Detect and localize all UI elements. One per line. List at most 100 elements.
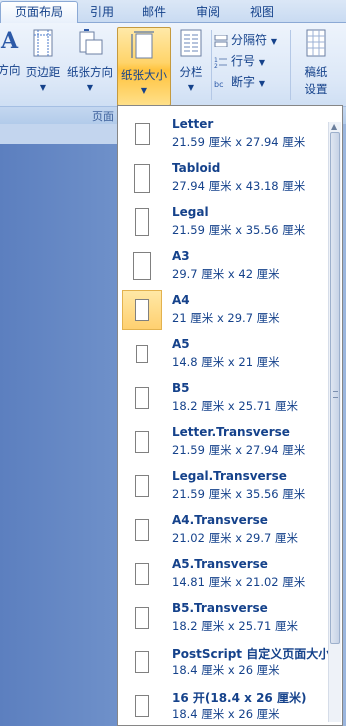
paper-size-name: A5 <box>172 337 190 351</box>
page-thumbnail-icon <box>135 299 149 321</box>
chevron-down-icon: ▼ <box>86 83 94 92</box>
paper-size-item[interactable]: Legal.Transverse 21.59 厘米 x 35.56 厘米 <box>118 464 326 508</box>
paper-size-item[interactable]: 16 开(18.4 x 26 厘米) 18.4 厘米 x 26 厘米 <box>118 684 326 725</box>
paper-size-dimensions: 14.8 厘米 x 21 厘米 <box>172 355 280 369</box>
page-setup-group-label: 页面 <box>92 110 114 123</box>
paper-size-item[interactable]: PostScript 自定义页面大小 18.4 厘米 x 26 厘米 <box>118 640 330 684</box>
paper-size-dimensions: 18.4 厘米 x 26 厘米 <box>172 707 280 721</box>
page-thumbnail-icon <box>135 607 149 629</box>
paper-size-dimensions: 21.59 厘米 x 27.94 厘米 <box>172 135 306 149</box>
paper-orientation-label: 纸张方向 <box>67 65 113 79</box>
paper-size-name: A4 <box>172 293 190 307</box>
paper-size-name: Legal <box>172 205 209 219</box>
draft-settings-label-2: 设置 <box>304 82 328 96</box>
page-thumbnail-icon <box>135 475 149 497</box>
paper-size-icon <box>131 31 154 59</box>
page-thumbnail-icon <box>134 163 150 193</box>
paper-size-dropdown: Letter 21.59 厘米 x 27.94 厘米 Tabloid 27.94 厘米… <box>117 105 343 726</box>
svg-text:2: 2 <box>214 63 218 68</box>
page-thumbnail-icon <box>135 431 149 453</box>
hyphenation-icon: bc <box>214 80 223 89</box>
chevron-down-icon: ▼ <box>270 37 277 46</box>
breaks-label: 分隔符 <box>231 33 268 47</box>
tab-mailings[interactable]: 邮件 <box>132 2 176 22</box>
paper-size-dimensions: 21.59 厘米 x 27.94 厘米 <box>172 443 306 457</box>
paper-size-item[interactable]: Letter.Transverse 21.59 厘米 x 27.94 厘米 <box>118 420 326 464</box>
paper-size-item[interactable]: A5.Transverse 14.81 厘米 x 21.02 厘米 <box>118 552 326 596</box>
paper-size-dimensions: 21.59 厘米 x 35.56 厘米 <box>172 487 306 501</box>
page-thumbnail-icon <box>135 651 149 673</box>
chevron-down-icon: ▼ <box>39 83 47 92</box>
page-thumbnail-icon <box>134 123 150 145</box>
divider <box>211 30 212 100</box>
margins-label: 页边距 <box>25 65 61 79</box>
line-numbers-icon: 1 2 <box>214 57 227 68</box>
columns-button[interactable]: 分栏 ▼ <box>174 28 208 100</box>
paper-size-name: B5.Transverse <box>172 601 268 615</box>
paper-size-dimensions: 18.2 厘米 x 25.71 厘米 <box>172 399 298 413</box>
hyphenation-button[interactable]: bc 断字 ▼ <box>214 73 265 91</box>
line-numbers-button[interactable]: 1 2 行号 ▼ <box>214 52 265 70</box>
scrollbar-thumb[interactable] <box>330 132 340 644</box>
paper-size-item[interactable]: A4 21 厘米 x 29.7 厘米 <box>118 288 326 332</box>
paper-size-dimensions: 18.2 厘米 x 25.71 厘米 <box>172 619 298 633</box>
paper-size-item[interactable]: B5 18.2 厘米 x 25.71 厘米 <box>118 376 326 420</box>
tab-view[interactable]: 视图 <box>240 2 284 22</box>
line-numbers-label: 行号 <box>231 54 256 68</box>
chevron-down-icon: ▼ <box>258 79 265 88</box>
tab-page-layout[interactable]: 页面布局 <box>0 1 78 23</box>
page-thumbnail-icon <box>135 208 149 236</box>
dropdown-scrollbar[interactable]: ▲ <box>328 122 341 722</box>
paper-size-dimensions: 27.94 厘米 x 43.18 厘米 <box>172 179 306 193</box>
page-thumbnail-icon <box>135 563 149 585</box>
paper-size-name: Legal.Transverse <box>172 469 287 483</box>
page-thumbnail-icon <box>135 519 149 541</box>
chevron-down-icon: ▼ <box>258 58 265 67</box>
svg-text:A: A <box>0 28 19 54</box>
tab-review[interactable]: 审阅 <box>186 2 230 22</box>
tab-references[interactable]: 引用 <box>80 2 124 22</box>
paper-size-item[interactable]: Tabloid 27.94 厘米 x 43.18 厘米 <box>118 156 326 200</box>
draft-settings-label: 稿纸 <box>304 65 328 79</box>
draft-paper-icon <box>306 29 326 57</box>
breaks-button[interactable]: 分隔符 ▼ <box>214 31 277 49</box>
paper-size-name: PostScript 自定义页面大小 <box>172 647 331 661</box>
paper-size-dimensions: 21.59 厘米 x 35.56 厘米 <box>172 223 306 237</box>
paper-size-name: A5.Transverse <box>172 557 268 571</box>
page-thumbnail-icon <box>135 387 149 409</box>
paper-size-item[interactable]: Letter 21.59 厘米 x 27.94 厘米 <box>118 112 326 156</box>
paper-size-button[interactable]: 纸张大小 ▼ <box>117 27 171 106</box>
paper-size-name: A3 <box>172 249 190 263</box>
ruler-strip <box>0 124 118 144</box>
paper-size-dimensions: 21 厘米 x 29.7 厘米 <box>172 311 280 325</box>
paper-orientation-button[interactable]: 纸张方向 ▼ <box>64 28 116 100</box>
orientation-icon: A <box>0 28 19 54</box>
paper-size-item[interactable]: A5 14.8 厘米 x 21 厘米 <box>118 332 326 376</box>
columns-label: 分栏 <box>179 65 203 79</box>
chevron-down-icon: ▼ <box>140 86 148 95</box>
scroll-up-icon[interactable]: ▲ <box>331 122 337 131</box>
paper-size-dimensions: 29.7 厘米 x 42 厘米 <box>172 267 280 281</box>
columns-icon <box>180 29 202 57</box>
paper-size-item[interactable]: Legal 21.59 厘米 x 35.56 厘米 <box>118 200 326 244</box>
margins-button[interactable]: 页边距 ▼ <box>24 28 62 100</box>
orientation-label: 方向 <box>0 63 21 77</box>
paper-orientation-icon <box>79 29 103 55</box>
paper-size-item[interactable]: B5.Transverse 18.2 厘米 x 25.71 厘米 <box>118 596 326 640</box>
paper-size-dimensions: 18.4 厘米 x 26 厘米 <box>172 663 280 677</box>
breaks-icon <box>214 34 228 47</box>
paper-size-name: Letter.Transverse <box>172 425 290 439</box>
paper-size-item[interactable]: A3 29.7 厘米 x 42 厘米 <box>118 244 326 288</box>
page-thumbnail-icon <box>135 695 149 717</box>
paper-size-item[interactable]: A4.Transverse 21.02 厘米 x 29.7 厘米 <box>118 508 326 552</box>
paper-size-label: 纸张大小 <box>121 68 167 82</box>
paper-size-name: A4.Transverse <box>172 513 268 527</box>
draft-settings-button[interactable]: 稿纸 设置 <box>296 28 336 100</box>
paper-size-name: 16 开(18.4 x 26 厘米) <box>172 691 307 705</box>
margins-icon <box>33 29 53 57</box>
paper-size-dimensions: 21.02 厘米 x 29.7 厘米 <box>172 531 298 545</box>
orientation-button[interactable]: A 方向 <box>0 28 22 100</box>
paper-size-name: Tabloid <box>172 161 221 175</box>
paper-size-name: Letter <box>172 117 214 131</box>
paper-size-name: B5 <box>172 381 190 395</box>
